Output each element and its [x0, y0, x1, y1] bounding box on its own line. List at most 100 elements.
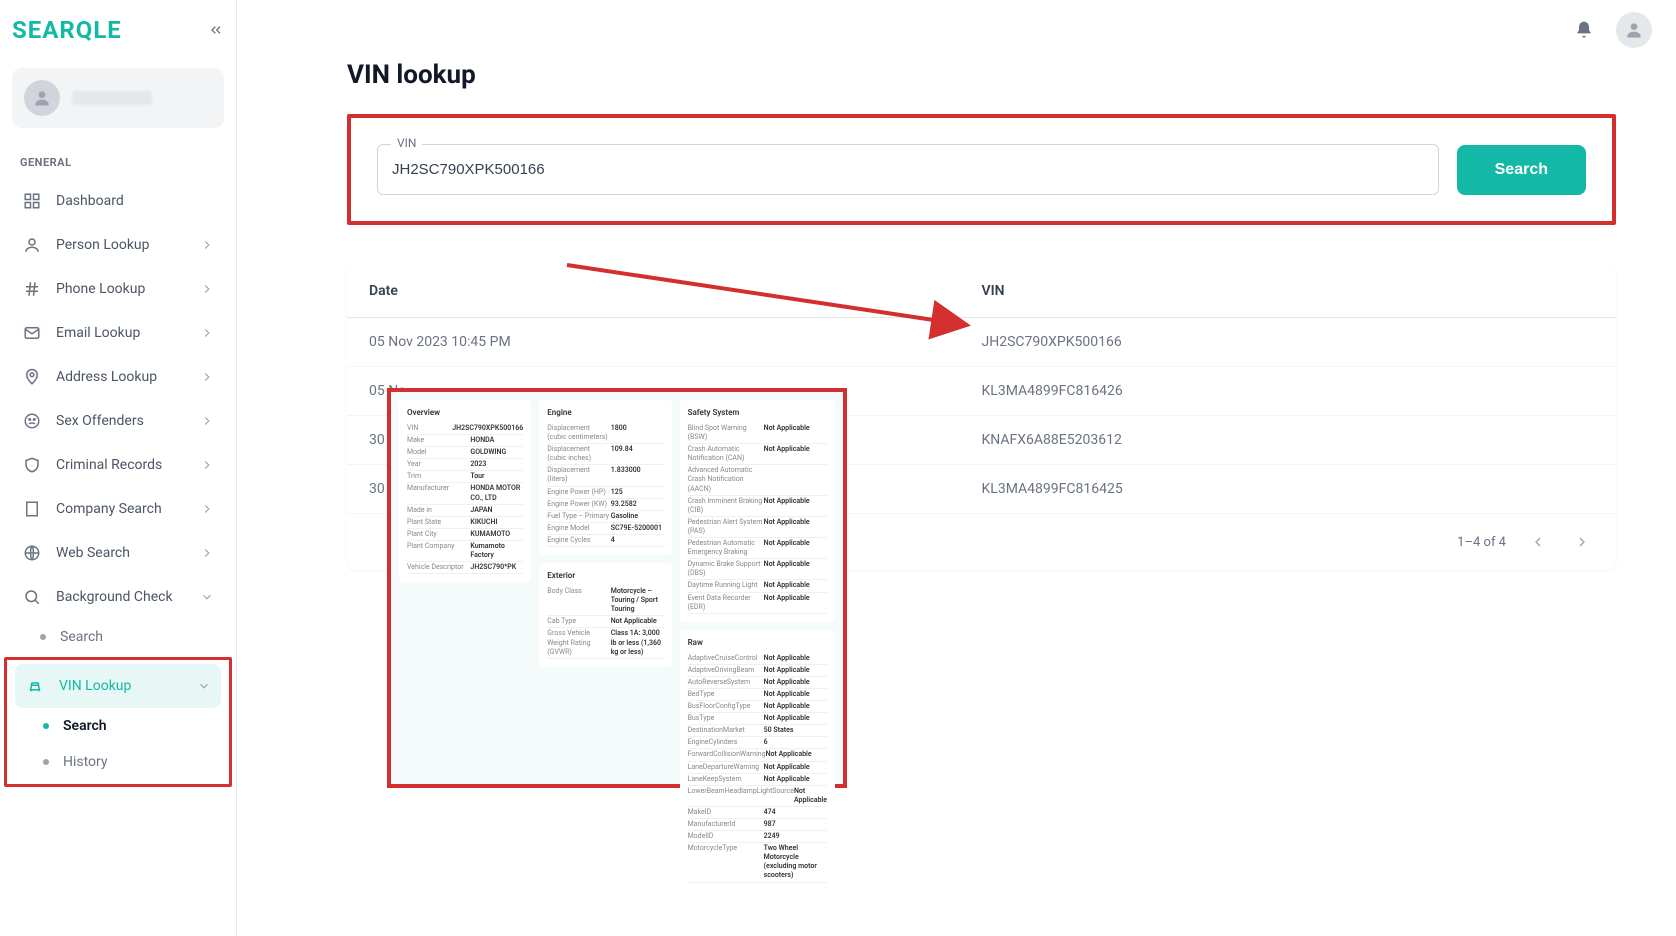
sidebar-item-criminal[interactable]: Criminal Records — [12, 443, 224, 487]
car-icon — [25, 676, 45, 696]
detail-row: Displacement (cubic inches)109.84 — [547, 444, 663, 465]
detail-row: LowerBeamHeadlampLightSourceNot Applicab… — [688, 786, 827, 807]
detail-row: Vehicle DescriptorJH2SC790*PK — [407, 562, 523, 574]
shield-icon — [22, 455, 42, 475]
sidebar-item-company[interactable]: Company Search — [12, 487, 224, 531]
detail-row: Displacement (liters)1.833000 — [547, 465, 663, 486]
detail-row: Made inJAPAN — [407, 505, 523, 517]
detail-row: LaneDepartureWarningNot Applicable — [688, 762, 827, 774]
detail-row: AdaptiveDrivingBeamNot Applicable — [688, 665, 827, 677]
sidebar-item-label: Company Search — [56, 501, 162, 517]
sub-item-label: Search — [60, 629, 103, 645]
sidebar-item-sex-offenders[interactable]: Sex Offenders — [12, 399, 224, 443]
safety-card: Safety System Blind Spot Warning (BSW)No… — [680, 400, 835, 622]
sidebar-item-label: Address Lookup — [56, 369, 157, 385]
sub-item-label: History — [63, 754, 108, 770]
detail-row: MakeHONDA — [407, 435, 523, 447]
vin-input-label: VIN — [391, 136, 422, 150]
notifications-button[interactable] — [1568, 14, 1600, 46]
section-label-general: GENERAL — [20, 156, 216, 169]
detail-row: DestinationMarket50 States — [688, 725, 827, 737]
sub-item-vin-search[interactable]: Search — [33, 708, 221, 744]
detail-row: TrimTour — [407, 471, 523, 483]
chevron-right-icon — [200, 546, 214, 560]
card-title: Safety System — [688, 408, 827, 417]
chevron-right-icon — [200, 414, 214, 428]
detail-row: Gross Vehicle Weight Rating (GVWR)Class … — [547, 628, 663, 658]
detail-row: BedTypeNot Applicable — [688, 689, 827, 701]
sidebar: SEARQLE GENERAL Dashboard Person Lookup … — [0, 0, 237, 936]
overview-card: Overview VINJH2SC790XPK500166MakeHONDAMo… — [399, 400, 531, 582]
vin-input[interactable] — [377, 144, 1439, 195]
sub-item-vin-history[interactable]: History — [33, 744, 221, 780]
engine-card: Engine Displacement (cubic centimeters)1… — [539, 400, 671, 555]
detail-row: Crash Automatic Notification (CAN)Not Ap… — [688, 444, 827, 465]
avatar-icon — [24, 80, 60, 116]
prev-page-button[interactable] — [1526, 530, 1550, 554]
detail-row: Advanced Automatic Crash Notification (A… — [688, 465, 827, 495]
detail-row: ManufacturerHONDA MOTOR CO., LTD — [407, 483, 523, 504]
card-title: Overview — [407, 408, 523, 417]
annotation-sidebar-vin-box: VIN Lookup Search History — [4, 657, 232, 787]
detail-row: ModelGOLDWING — [407, 447, 523, 459]
cell-vin: KL3MA4899FC816426 — [982, 383, 1595, 399]
sidebar-item-web[interactable]: Web Search — [12, 531, 224, 575]
detail-row: ModelID2249 — [688, 831, 827, 843]
sidebar-item-address[interactable]: Address Lookup — [12, 355, 224, 399]
detail-row: ManufacturerId987 — [688, 819, 827, 831]
cell-date: 05 Nov 2023 10:45 PM — [369, 334, 982, 350]
detail-row: Event Data Recorder (EDR)Not Applicable — [688, 593, 827, 614]
sidebar-item-phone[interactable]: Phone Lookup — [12, 267, 224, 311]
table-row[interactable]: 05 Nov 2023 10:45 PM JH2SC790XPK500166 — [347, 318, 1616, 367]
chevron-right-icon — [200, 458, 214, 472]
raw-card: Raw AdaptiveCruiseControlNot ApplicableA… — [680, 630, 835, 891]
exterior-card: Exterior Body ClassMotorcycle – Touring … — [539, 563, 671, 667]
chevron-right-icon — [200, 238, 214, 252]
detail-row: Engine Power (KW)93.2582 — [547, 499, 663, 511]
chevron-right-icon — [200, 282, 214, 296]
sidebar-item-label: Background Check — [56, 589, 173, 605]
dot-icon — [43, 759, 49, 765]
card-title: Raw — [688, 638, 827, 647]
sidebar-item-label: Person Lookup — [56, 237, 150, 253]
alert-face-icon — [22, 411, 42, 431]
detail-row: Pedestrian Alert System (PAS)Not Applica… — [688, 517, 827, 538]
building-icon — [22, 499, 42, 519]
detail-row: Plant CityKUMAMOTO — [407, 529, 523, 541]
pagination-text: 1–4 of 4 — [1457, 535, 1506, 550]
chevron-right-icon — [200, 502, 214, 516]
sidebar-item-person[interactable]: Person Lookup — [12, 223, 224, 267]
detail-row: Body ClassMotorcycle – Touring / Sport T… — [547, 586, 663, 616]
detail-row: EngineCylinders6 — [688, 737, 827, 749]
next-page-button[interactable] — [1570, 530, 1594, 554]
dot-icon — [40, 634, 46, 640]
sidebar-item-email[interactable]: Email Lookup — [12, 311, 224, 355]
sub-item-label: Search — [63, 718, 107, 734]
search-button[interactable]: Search — [1457, 145, 1586, 195]
sidebar-item-label: VIN Lookup — [59, 678, 131, 694]
search-card-annotation: VIN Search — [347, 114, 1616, 225]
brand-logo: SEARQLE — [12, 16, 122, 44]
sidebar-item-label: Phone Lookup — [56, 281, 145, 297]
detail-row: MakeID474 — [688, 807, 827, 819]
sidebar-item-label: Web Search — [56, 545, 130, 561]
sidebar-item-label: Email Lookup — [56, 325, 140, 341]
sub-item-bg-search[interactable]: Search — [30, 619, 224, 655]
sidebar-item-background-check[interactable]: Background Check — [12, 575, 224, 619]
collapse-sidebar-button[interactable] — [208, 22, 224, 38]
detail-row: Displacement (cubic centimeters)1800 — [547, 423, 663, 444]
profile-avatar-button[interactable] — [1616, 12, 1652, 48]
cell-vin: KNAFX6A88E5203612 — [982, 432, 1595, 448]
detail-row: Plant CompanyKumamoto Factory — [407, 541, 523, 562]
topbar — [237, 0, 1676, 60]
sidebar-item-dashboard[interactable]: Dashboard — [12, 179, 224, 223]
sidebar-item-vin-lookup[interactable]: VIN Lookup — [15, 664, 221, 708]
pin-icon — [22, 367, 42, 387]
card-title: Engine — [547, 408, 663, 417]
detail-row: Year2023 — [407, 459, 523, 471]
user-card[interactable] — [12, 68, 224, 128]
person-icon — [22, 235, 42, 255]
user-name-placeholder — [72, 91, 152, 105]
detail-row: AdaptiveCruiseControlNot Applicable — [688, 653, 827, 665]
detail-row: Engine ModelSC79E-5200001 — [547, 523, 663, 535]
